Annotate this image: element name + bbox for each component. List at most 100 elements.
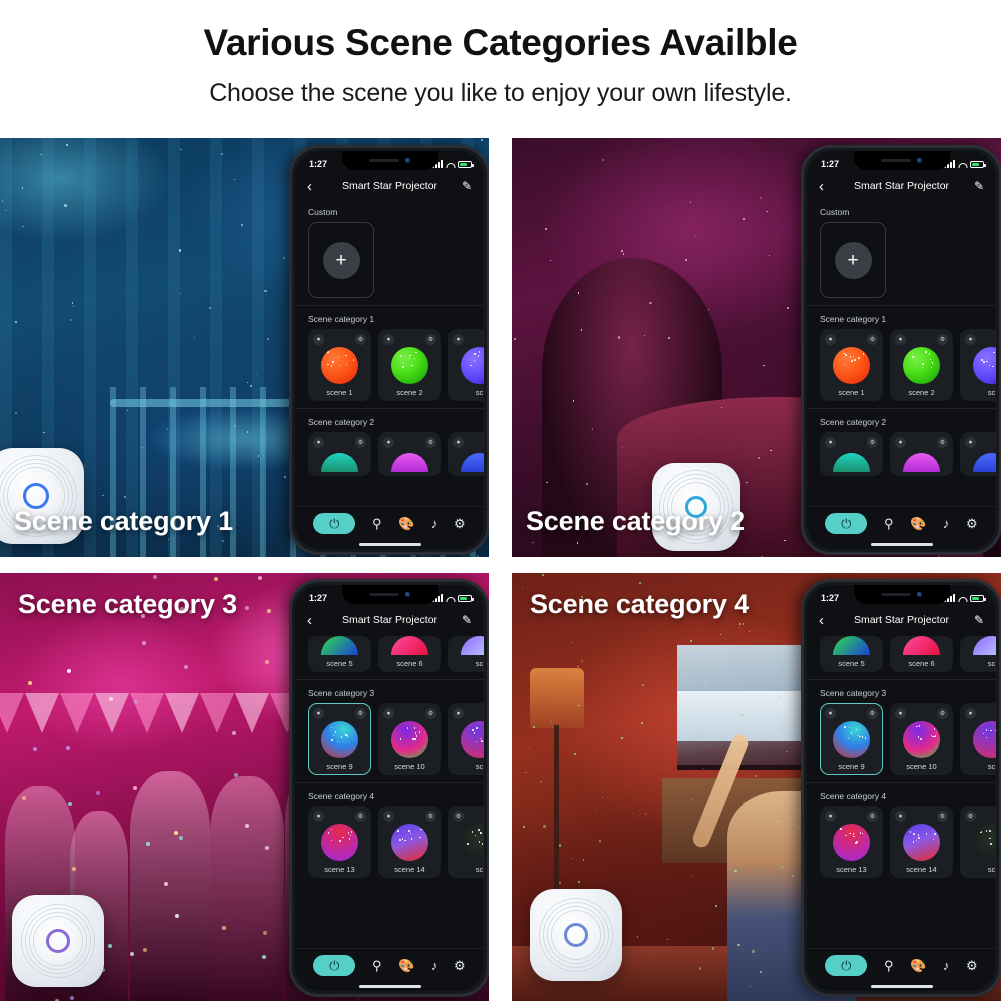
back-button[interactable]: ‹ [307,613,325,628]
power-button[interactable]: ⏻ [825,955,868,976]
speed-icon[interactable]: ⏺ [383,811,394,822]
scene-list[interactable]: Custom + Scene category 1 ⏺ ⚙ scene 1 ⏺ … [295,199,484,506]
home-indicator[interactable] [807,982,996,991]
speed-icon[interactable]: ⏺ [453,334,464,345]
home-indicator[interactable] [295,982,484,991]
gear-icon[interactable]: ⚙ [454,517,466,530]
brightness-icon[interactable]: ⚙ [425,811,436,822]
speed-icon[interactable]: ⏺ [313,334,324,345]
scene-card[interactable]: ⏺ ⚙ scene 1 [308,329,371,401]
volume-button[interactable] [289,677,291,703]
speed-icon[interactable]: ⏺ [453,708,464,719]
scene-card[interactable]: sc [448,636,484,672]
speed-icon[interactable]: ⏺ [895,708,906,719]
speed-icon[interactable]: ⏺ [895,334,906,345]
palette-icon[interactable]: 🎨 [398,959,414,972]
volume-down-button[interactable] [289,278,291,304]
scene-card[interactable]: ⏺ ⚙ [448,432,484,476]
brightness-icon[interactable]: ⚙ [965,811,976,822]
brightness-icon[interactable]: ⚙ [425,708,436,719]
back-button[interactable]: ‹ [819,613,837,628]
volume-button[interactable] [801,677,803,703]
scene-card[interactable]: ⏺ ⚙ [820,432,883,476]
scene-card[interactable]: ⚙ sc [960,806,996,878]
music-note-icon[interactable]: ♪ [431,517,438,530]
brightness-icon[interactable]: ⚙ [937,334,948,345]
brightness-icon[interactable]: ⚙ [355,437,366,448]
power-button[interactable]: ⏻ [313,513,356,534]
scene-card[interactable]: ⏺ ⚙ [308,432,371,476]
speed-icon[interactable]: ⏺ [383,708,394,719]
brightness-icon[interactable]: ⚙ [937,811,948,822]
scene-card[interactable]: ⏺ ⚙ scene 2 [378,329,441,401]
volume-button[interactable] [289,243,291,269]
brightness-icon[interactable]: ⚙ [425,437,436,448]
palette-icon[interactable]: 🎨 [910,517,926,530]
volume-down-button[interactable] [289,712,291,738]
gear-icon[interactable]: ⚙ [966,959,978,972]
scene-card[interactable]: sc [960,636,996,672]
music-note-icon[interactable]: ♪ [943,959,950,972]
speed-icon[interactable]: ⏺ [313,811,324,822]
brightness-icon[interactable]: ⚙ [867,437,878,448]
scene-card[interactable]: scene 5 [308,636,371,672]
brightness-icon[interactable]: ⚙ [355,811,366,822]
speed-icon[interactable]: ⏺ [825,437,836,448]
scene-card[interactable]: ⏺ ⚙ [960,432,996,476]
speed-icon[interactable]: ⏺ [825,334,836,345]
gear-icon[interactable]: ⚙ [454,959,466,972]
bulb-icon[interactable]: ⚲ [884,959,894,972]
scene-list[interactable]: Custom + Scene category 1 ⏺ ⚙ scene 1 ⏺ … [807,199,996,506]
scene-card[interactable]: scene 6 [378,636,441,672]
speed-icon[interactable]: ⏺ [383,334,394,345]
scene-card[interactable]: ⚙ sc [448,806,484,878]
palette-icon[interactable]: 🎨 [398,517,414,530]
brightness-icon[interactable]: ⚙ [867,811,878,822]
scene-card[interactable]: scene 5 [820,636,883,672]
bulb-icon[interactable]: ⚲ [372,517,382,530]
scene-card[interactable]: ⏺ ⚙ scene 13 [308,806,371,878]
speed-icon[interactable]: ⏺ [825,708,836,719]
brightness-icon[interactable]: ⚙ [867,334,878,345]
speed-icon[interactable]: ⏺ [965,334,976,345]
scene-card[interactable]: ⏺ ⚙ scene 10 [890,703,953,775]
speed-icon[interactable]: ⏺ [383,437,394,448]
home-indicator[interactable] [295,540,484,549]
scene-card[interactable]: ⏺ ⚙ sc [448,703,484,775]
scene-card[interactable]: ⏺ ⚙ sc [448,329,484,401]
speed-icon[interactable]: ⏺ [313,708,324,719]
speed-icon[interactable]: ⏺ [965,708,976,719]
scene-card[interactable]: ⏺ ⚙ scene 13 [820,806,883,878]
music-note-icon[interactable]: ♪ [431,959,438,972]
scene-card-selected[interactable]: ⏺ ⚙ scene 9 [308,703,371,775]
brightness-icon[interactable]: ⚙ [867,708,878,719]
speed-icon[interactable]: ⏺ [895,811,906,822]
bulb-icon[interactable]: ⚲ [884,517,894,530]
scene-list[interactable]: scene 5 scene 6 sc Scene category 3 ⏺ ⚙ … [295,633,484,948]
add-custom-scene-button[interactable]: + [308,222,374,298]
scene-list[interactable]: scene 5 scene 6 sc Scene category 3 ⏺ ⚙ … [807,633,996,948]
edit-button[interactable]: ✎ [454,613,472,627]
scene-card[interactable]: ⏺ ⚙ sc [960,703,996,775]
scene-card[interactable]: ⏺ ⚙ scene 14 [890,806,953,878]
volume-down-button[interactable] [801,278,803,304]
brightness-icon[interactable]: ⚙ [453,811,464,822]
brightness-icon[interactable]: ⚙ [937,708,948,719]
bulb-icon[interactable]: ⚲ [372,959,382,972]
speed-icon[interactable]: ⏺ [895,437,906,448]
scene-card[interactable]: ⏺ ⚙ sc [960,329,996,401]
speed-icon[interactable]: ⏺ [965,437,976,448]
scene-card-selected[interactable]: ⏺ ⚙ scene 9 [820,703,883,775]
gear-icon[interactable]: ⚙ [966,517,978,530]
scene-card[interactable]: ⏺ ⚙ scene 1 [820,329,883,401]
volume-button[interactable] [801,243,803,269]
edit-button[interactable]: ✎ [966,613,984,627]
add-custom-scene-button[interactable]: + [820,222,886,298]
scene-card[interactable]: ⏺ ⚙ scene 14 [378,806,441,878]
scene-card[interactable]: scene 6 [890,636,953,672]
edit-button[interactable]: ✎ [454,179,472,193]
speed-icon[interactable]: ⏺ [453,437,464,448]
brightness-icon[interactable]: ⚙ [355,334,366,345]
scene-card[interactable]: ⏺ ⚙ [890,432,953,476]
brightness-icon[interactable]: ⚙ [937,437,948,448]
